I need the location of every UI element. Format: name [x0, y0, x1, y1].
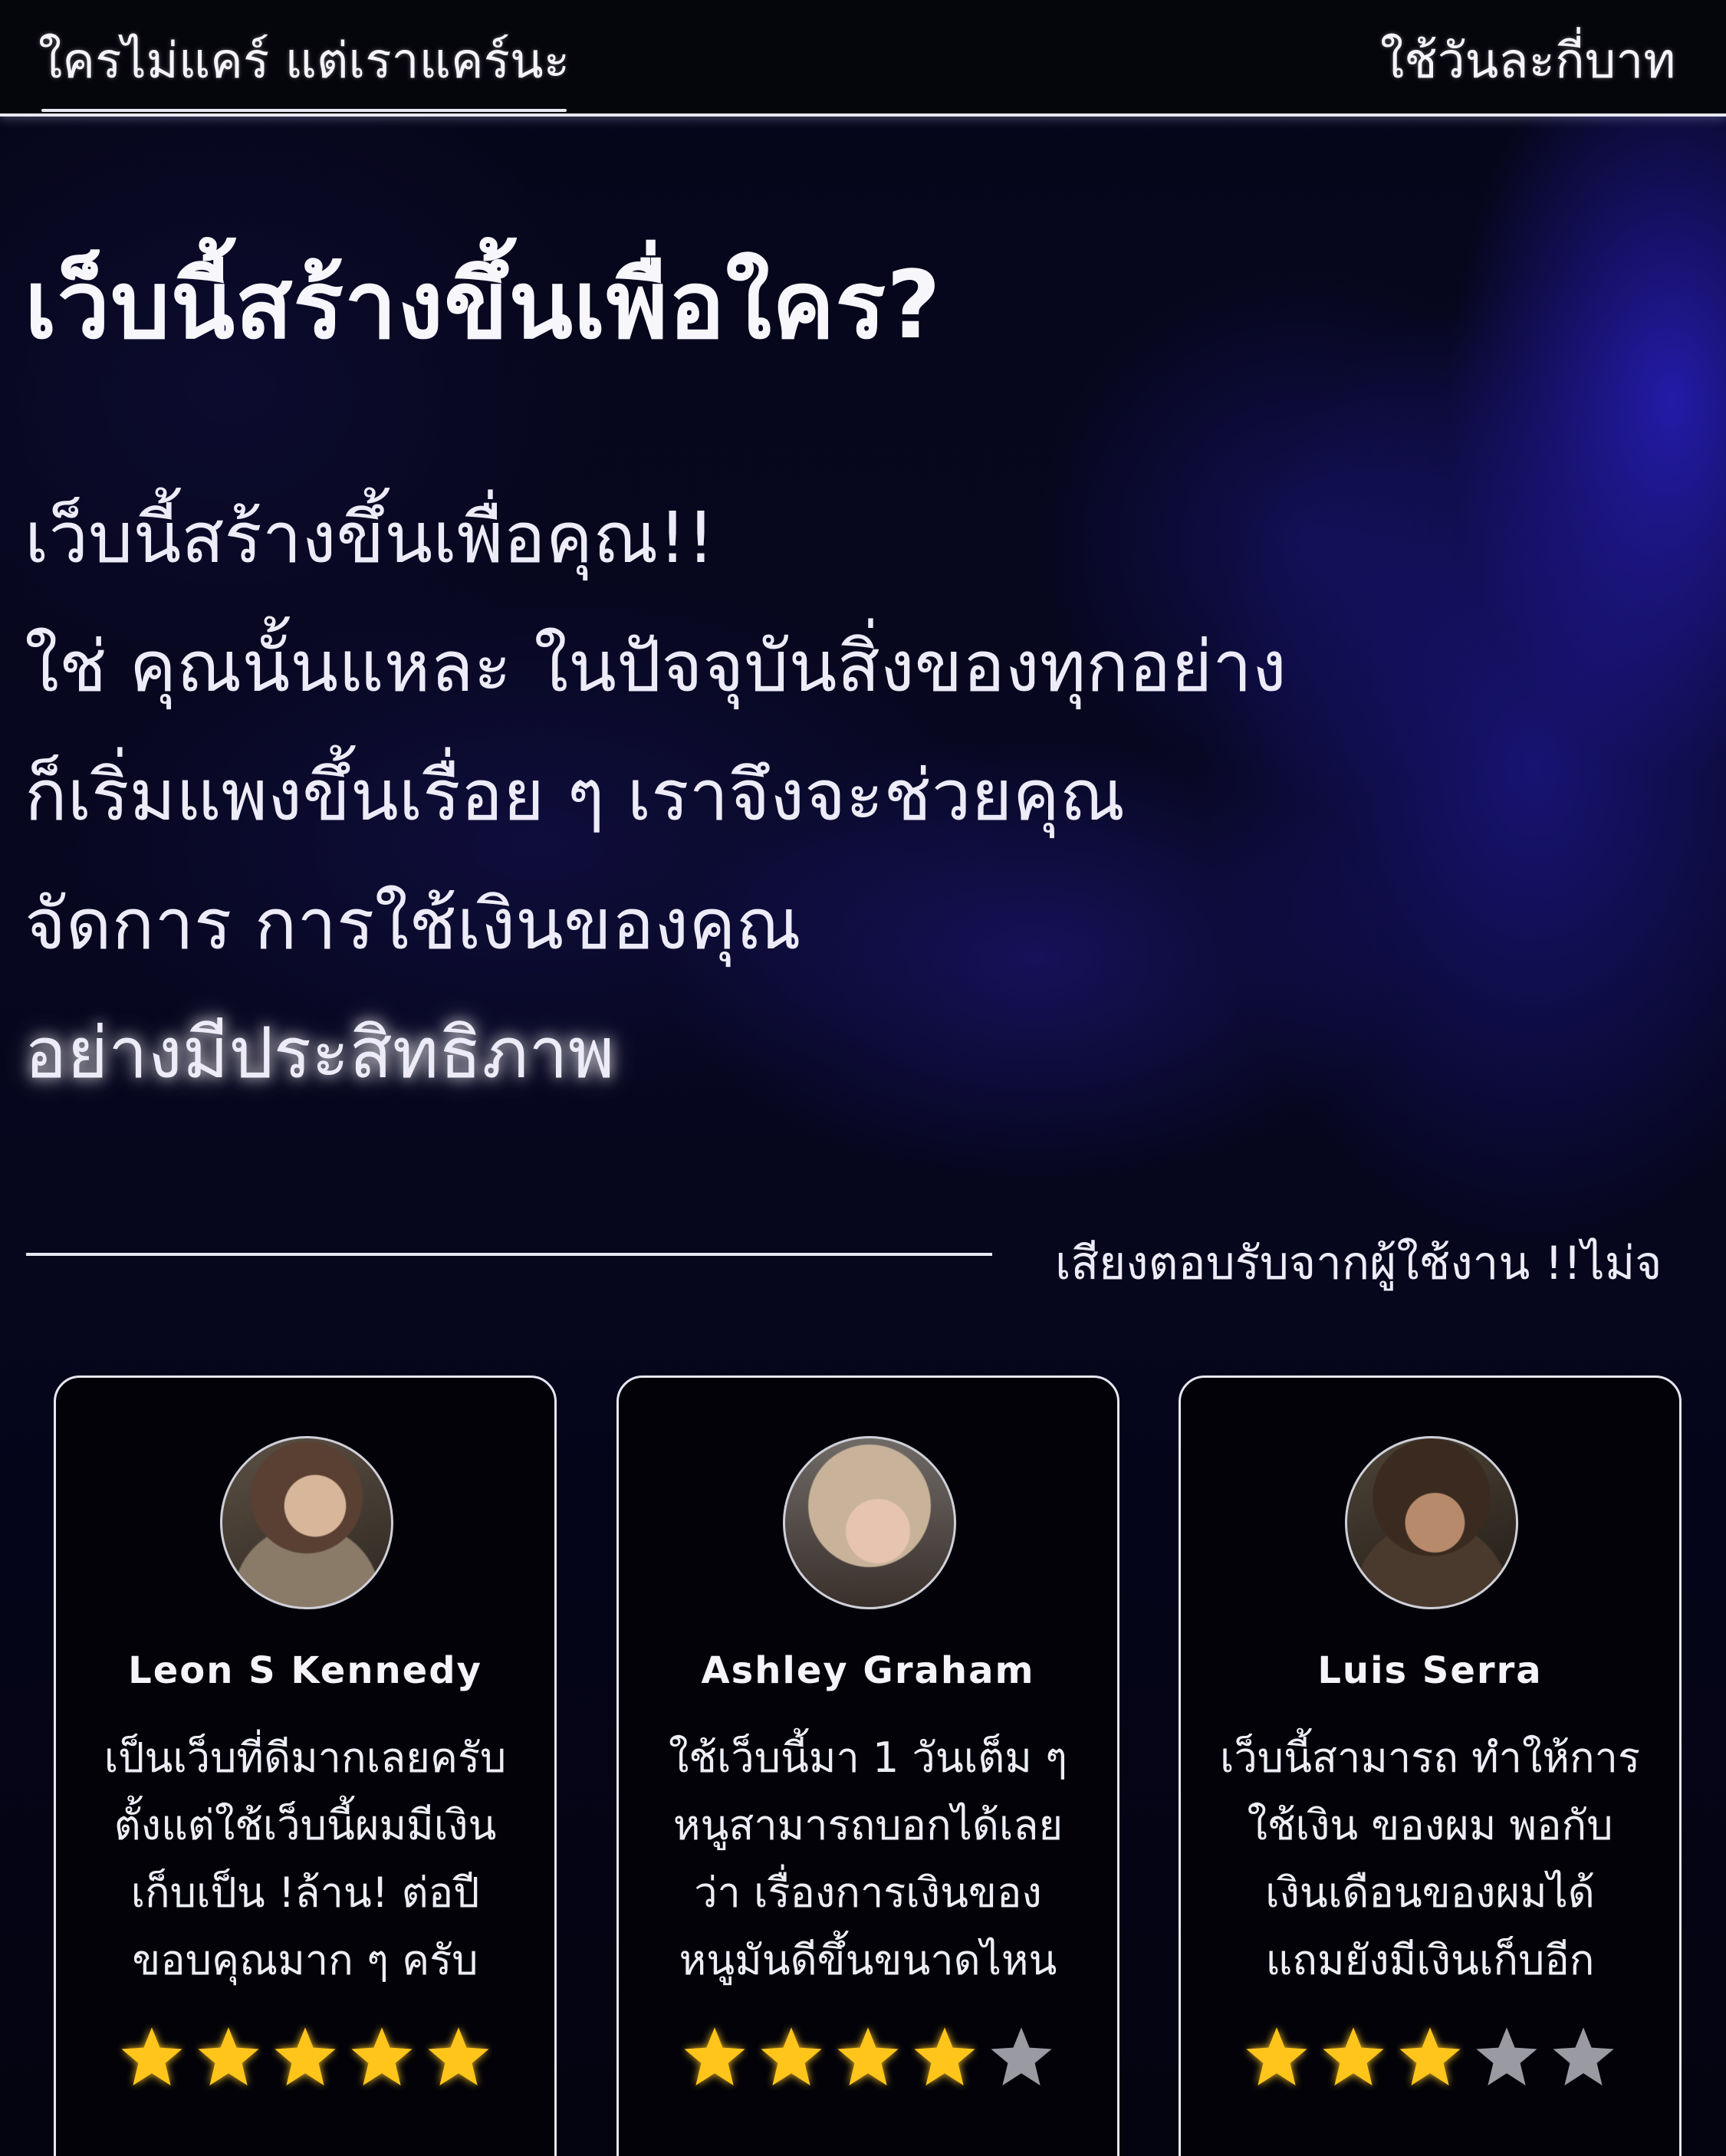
intro-text: เว็บนี้สร้างขึ้นเพื่อคุณ!! ใช่ คุณนั้นแห…: [25, 474, 1287, 1118]
star-icon: [1320, 2023, 1387, 2091]
review-text: เว็บนี้สามารถ ทำให้การ ใช้เงิน ของผม พอก…: [1196, 1724, 1664, 1994]
page-title: เว็บนี้สร้างขึ้นเพื่อใคร?: [25, 251, 942, 360]
review-line: เว็บนี้สามารถ ทำให้การ: [1220, 1734, 1640, 1782]
review-card: Ashley Graham ใช้เว็บนี้มา 1 วันเต็ม ๆ ห…: [616, 1375, 1119, 2156]
avatar: [1345, 1436, 1518, 1609]
intro-line: ใช่ คุณนั้นแหละ ในปัจจุบันสิ่งของทุกอย่า…: [25, 626, 1287, 708]
star-rating: [619, 2023, 1117, 2091]
intro-line: เว็บนี้สร้างขึ้นเพื่อคุณ!!: [25, 497, 715, 579]
top-nav: ใครไม่แคร์ แต่เราแคร์นะ ใช้วันละกี่บาท: [0, 0, 1726, 117]
star-icon: [681, 2023, 748, 2091]
review-line: ใช้เว็บนี้มา 1 วันเต็ม ๆ: [668, 1734, 1068, 1782]
star-rating: [1181, 2023, 1679, 2091]
review-line: เป็นเว็บที่ดีมากเลยครับ: [104, 1734, 507, 1782]
star-icon: [195, 2023, 262, 2091]
tab-who-cares[interactable]: ใครไม่แคร์ แต่เราแคร์นะ: [38, 21, 570, 112]
star-icon: [1243, 2023, 1310, 2091]
review-card: Luis Serra เว็บนี้สามารถ ทำให้การ ใช้เงิ…: [1179, 1375, 1682, 2156]
reviewer-name: Luis Serra: [1317, 1649, 1543, 1692]
review-line: แถมยังมีเงินเก็บอีก: [1265, 1936, 1595, 1984]
star-icon: [118, 2023, 186, 2091]
review-line: ใช้เงิน ของผม พอกับ: [1247, 1801, 1613, 1849]
review-line: ว่า เรื่องการเงินของ: [694, 1868, 1042, 1917]
star-icon: [348, 2023, 416, 2091]
review-line: เก็บเป็น !ล้าน! ต่อปี: [130, 1868, 480, 1917]
review-line: หนูมันดีขึ้นขนาดไหน: [679, 1936, 1057, 1984]
intro-line: จัดการ การใช้เงินของคุณ: [25, 883, 802, 965]
review-line: ตั้งแต่ใช้เว็บนี้ผมมีเงิน: [113, 1801, 497, 1849]
review-text: ใช้เว็บนี้มา 1 วันเต็ม ๆ หนูสามารถบอกได้…: [634, 1724, 1102, 1994]
star-icon: [1473, 2023, 1540, 2091]
reviews-section-title: เสียงตอบรับจากผู้ใช้งาน !!ไม่จ: [1055, 1237, 1662, 1290]
review-card: Leon S Kennedy เป็นเว็บที่ดีมากเลยครับ ต…: [54, 1375, 557, 2156]
review-line: ขอบคุณมาก ๆ ครับ: [132, 1936, 478, 1984]
star-icon: [834, 2023, 902, 2091]
review-line: เงินเดือนของผมได้: [1265, 1868, 1595, 1917]
star-icon: [1550, 2023, 1617, 2091]
star-rating: [56, 2023, 554, 2091]
star-icon: [271, 2023, 339, 2091]
tab-daily-spending[interactable]: ใช้วันละกี่บาท: [1380, 21, 1675, 100]
avatar: [783, 1436, 956, 1609]
reviewer-name: Ashley Graham: [701, 1649, 1035, 1692]
intro-line: ก็เริ่มแพงขึ้นเรื่อย ๆ เราจึงจะช่วยคุณ: [25, 754, 1126, 836]
review-line: หนูสามารถบอกได้เลย: [672, 1801, 1064, 1849]
star-icon: [1396, 2023, 1464, 2091]
star-icon: [911, 2023, 978, 2091]
section-divider: [26, 1253, 992, 1256]
reviewer-name: Leon S Kennedy: [128, 1649, 482, 1692]
intro-line-highlight: อย่างมีประสิทธิภาพ: [25, 1012, 615, 1094]
review-text: เป็นเว็บที่ดีมากเลยครับ ตั้งแต่ใช้เว็บนี…: [71, 1724, 539, 1994]
star-icon: [425, 2023, 492, 2091]
avatar: [220, 1436, 393, 1609]
star-icon: [758, 2023, 825, 2091]
star-icon: [988, 2023, 1055, 2091]
